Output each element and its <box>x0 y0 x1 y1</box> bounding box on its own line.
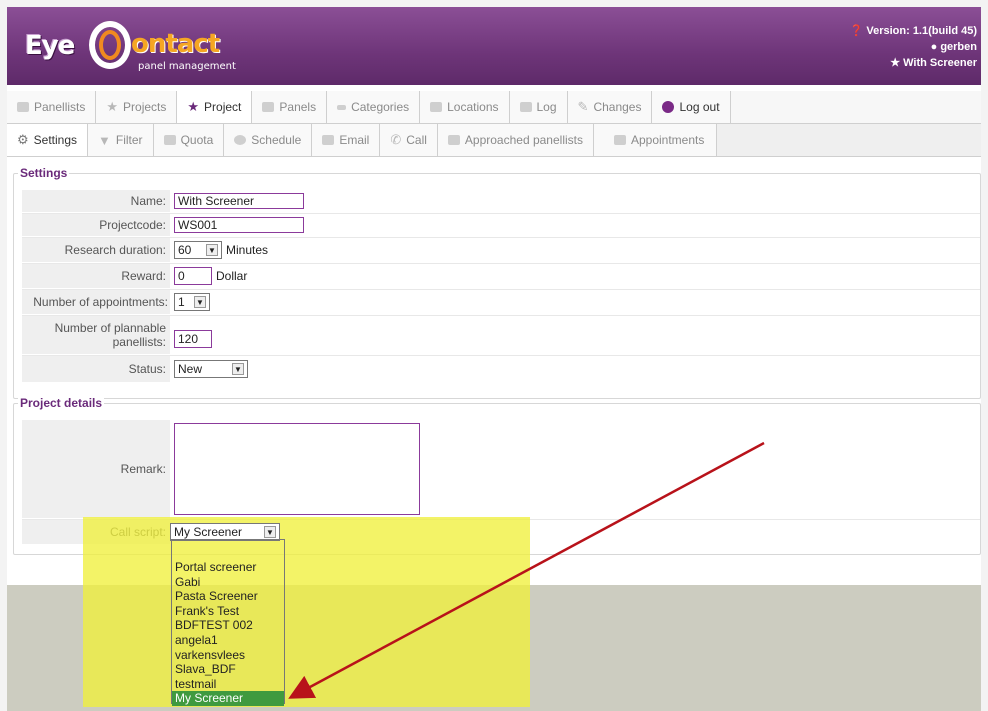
app-frame: Eye ontact panel management ❓ Version: 1… <box>7 7 981 711</box>
annotation-arrow-line <box>288 441 765 699</box>
annotation-arrow <box>288 441 765 699</box>
